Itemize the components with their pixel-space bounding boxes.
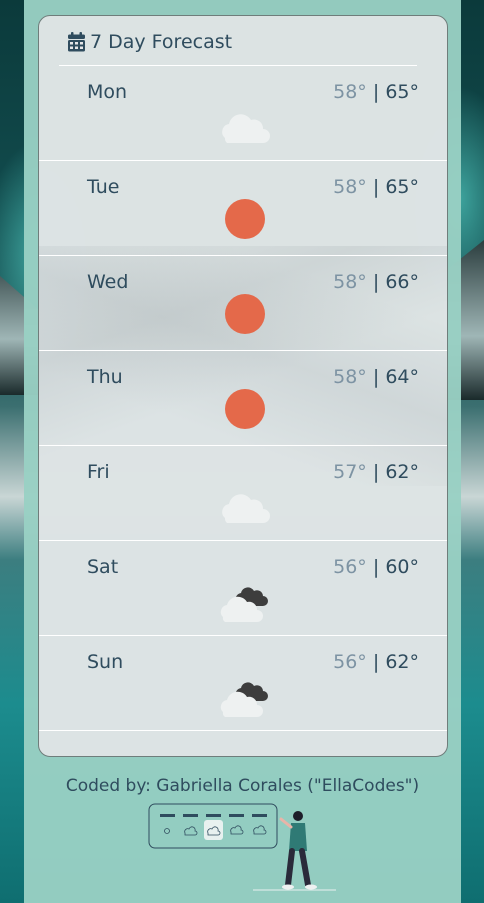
partly-cloudy-icon — [215, 674, 271, 718]
day-name: Wed — [87, 271, 129, 293]
calendar-icon — [67, 32, 86, 52]
partly-cloudy-icon — [215, 579, 271, 623]
temp-separator: | — [372, 271, 380, 293]
temperature-range: 57° | 62° — [333, 461, 419, 483]
temperature-range: 58° | 65° — [333, 176, 419, 198]
temperature-range: 56° | 62° — [333, 651, 419, 673]
footer-credit: Coded by: Gabriella Corales ("EllaCodes"… — [65, 776, 420, 796]
temperature-range: 58° | 66° — [333, 271, 419, 293]
temp-separator: | — [372, 81, 380, 103]
day-name: Mon — [87, 81, 128, 103]
low-temp: 56° — [333, 556, 367, 578]
forecast-day-row: Tue 58° | 65° — [39, 161, 447, 256]
day-name: Fri — [87, 461, 110, 483]
high-temp: 62° — [385, 651, 419, 673]
temperature-range: 58° | 65° — [333, 81, 419, 103]
high-temp: 64° — [385, 366, 419, 388]
low-temp: 58° — [333, 366, 367, 388]
forecast-day-row: Sat 56° | 60° — [39, 541, 447, 636]
high-temp: 65° — [385, 81, 419, 103]
temperature-range: 58° | 64° — [333, 366, 419, 388]
high-temp: 62° — [385, 461, 419, 483]
forecast-title-text: 7 Day Forecast — [90, 31, 233, 53]
day-name: Sun — [87, 651, 124, 673]
row-divider — [39, 730, 447, 731]
day-name: Tue — [87, 176, 120, 198]
forecast-card: 7 Day Forecast Mon 58° | 65° Tue 58° | 65° W… — [38, 15, 448, 757]
temp-separator: | — [372, 556, 380, 578]
weather-widget-illustration — [148, 803, 336, 891]
high-temp: 66° — [385, 271, 419, 293]
temperature-range: 56° | 60° — [333, 556, 419, 578]
cloud-icon — [215, 484, 271, 528]
sun-icon — [215, 389, 271, 433]
forecast-title: 7 Day Forecast — [67, 28, 232, 56]
temp-separator: | — [372, 461, 380, 483]
low-temp: 58° — [333, 271, 367, 293]
forecast-day-row: Mon 58° | 65° — [39, 66, 447, 161]
forecast-day-row: Thu 58° | 64° — [39, 351, 447, 446]
temp-separator: | — [372, 651, 380, 673]
day-name: Thu — [87, 366, 123, 388]
forecast-day-row: Sun 56° | 62° — [39, 636, 447, 731]
low-temp: 56° — [333, 651, 367, 673]
temp-separator: | — [372, 366, 380, 388]
sun-icon — [215, 199, 271, 243]
low-temp: 58° — [333, 81, 367, 103]
temp-separator: | — [372, 176, 380, 198]
day-name: Sat — [87, 556, 119, 578]
forecast-day-row: Fri 57° | 62° — [39, 446, 447, 541]
forecast-day-row: Wed 58° | 66° — [39, 256, 447, 351]
cloud-icon — [215, 104, 271, 148]
sun-icon — [215, 294, 271, 338]
high-temp: 60° — [385, 556, 419, 578]
high-temp: 65° — [385, 176, 419, 198]
low-temp: 57° — [333, 461, 367, 483]
low-temp: 58° — [333, 176, 367, 198]
